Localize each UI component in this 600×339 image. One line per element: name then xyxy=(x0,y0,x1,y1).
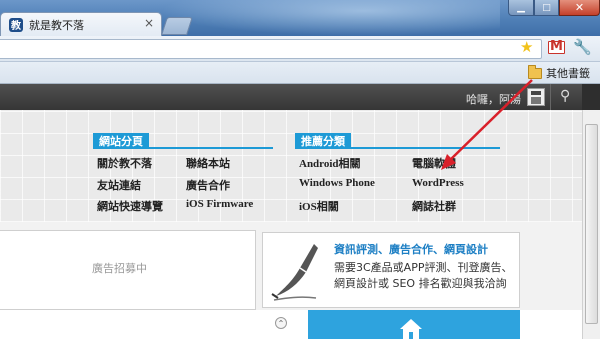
minimize-button[interactable]: ▁ xyxy=(508,0,534,16)
ad-placeholder-text: 廣告招募中 xyxy=(92,262,147,275)
link-friends[interactable]: 友站連結 xyxy=(97,177,141,193)
link-blog-community[interactable]: 網誌社群 xyxy=(412,198,456,214)
link-wordpress[interactable]: WordPress xyxy=(412,177,464,189)
collapse-up-icon[interactable]: ⌃ xyxy=(275,317,287,329)
wrench-menu-icon[interactable]: 🔧 xyxy=(573,38,592,56)
link-about[interactable]: 關於教不落 xyxy=(97,155,152,171)
gmail-letter: M xyxy=(550,39,563,54)
browser-toolbar: ★ xyxy=(0,36,600,62)
search-icon[interactable]: ⚲ xyxy=(560,88,570,104)
link-site-guide[interactable]: 網站快速導覽 xyxy=(97,198,163,214)
link-ios-firmware[interactable]: iOS Firmware xyxy=(186,198,253,210)
titlebar-glow xyxy=(160,0,500,36)
link-pc-software[interactable]: 電腦軟體 xyxy=(412,155,456,171)
fountain-pen-icon xyxy=(271,244,318,301)
user-card-icon[interactable] xyxy=(527,88,545,106)
bookmarks-bar: 其他書籤 xyxy=(0,62,600,84)
site-header-bar: 哈囉，阿湯 xyxy=(0,84,600,110)
category-underline xyxy=(295,147,500,149)
scrollbar-top-cap xyxy=(582,84,600,110)
window-close-button[interactable]: ✕ xyxy=(559,0,600,16)
link-ios[interactable]: iOS相關 xyxy=(299,198,339,214)
promo-description: 需要3C產品或APP評測、刊登廣告、網頁設計或 SEO 排名歡迎與我洽詢 xyxy=(334,261,513,290)
tab-close-icon[interactable]: × xyxy=(144,16,154,30)
category-underline xyxy=(93,147,273,149)
promo-title[interactable]: 資訊評測、廣告合作、網頁設計 xyxy=(334,241,488,257)
other-bookmarks-folder[interactable]: 其他書籤 xyxy=(528,64,590,81)
tab-title: 就是教不落 xyxy=(29,18,84,32)
address-bar[interactable] xyxy=(0,39,542,59)
gmail-icon[interactable]: M xyxy=(548,39,565,54)
header-divider xyxy=(550,84,551,110)
page-scrollbar[interactable] xyxy=(582,110,600,339)
category-panel-background xyxy=(0,110,582,222)
link-android[interactable]: Android相關 xyxy=(299,155,361,171)
other-bookmarks-label: 其他書籤 xyxy=(546,67,590,80)
link-windows-phone[interactable]: Windows Phone xyxy=(299,177,375,189)
favicon-icon: 教 xyxy=(9,17,23,32)
maximize-button[interactable]: □ xyxy=(534,0,559,16)
user-greeting[interactable]: 哈囉，阿湯 xyxy=(466,91,521,107)
folder-icon xyxy=(528,64,542,79)
link-contact[interactable]: 聯絡本站 xyxy=(186,155,230,171)
home-icon xyxy=(400,319,422,339)
browser-tab[interactable]: 教 就是教不落 × xyxy=(0,12,162,36)
bookmark-star-icon[interactable]: ★ xyxy=(520,38,533,56)
scrollbar-thumb[interactable] xyxy=(585,124,598,324)
link-ads[interactable]: 廣告合作 xyxy=(186,177,230,193)
